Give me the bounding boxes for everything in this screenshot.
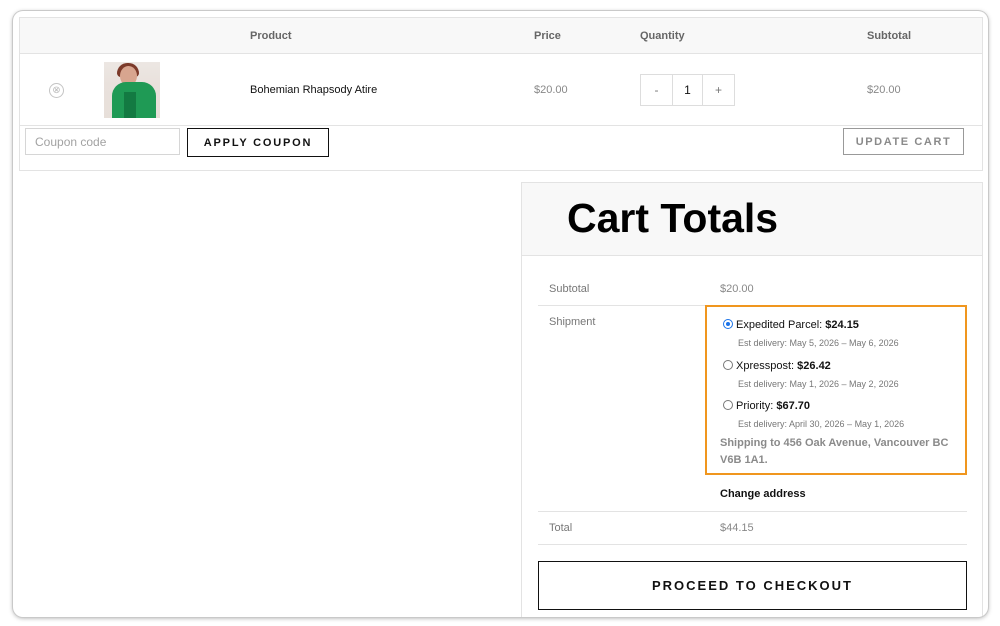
browser-frame: Product Price Quantity Subtotal ⊗ Bohemi… bbox=[13, 11, 988, 617]
quantity-input[interactable]: 1 bbox=[672, 75, 703, 105]
proceed-to-checkout-button[interactable]: PROCEED TO CHECKOUT bbox=[538, 561, 967, 610]
subtotal-value: $20.00 bbox=[720, 283, 754, 295]
quantity-stepper: - 1 + bbox=[640, 74, 735, 106]
product-name-link[interactable]: Bohemian Rhapsody Atire bbox=[250, 84, 377, 96]
table-row: ⊗ Bohemian Rhapsody Atire $20.00 - 1 + $… bbox=[20, 54, 982, 126]
shipping-option-priority[interactable]: Priority: $67.70 bbox=[723, 400, 810, 412]
est-delivery-xpresspost: Est delivery: May 1, 2026 – May 2, 2026 bbox=[738, 379, 899, 389]
product-thumbnail[interactable] bbox=[104, 62, 160, 118]
shipping-address-text: Shipping to 456 Oak Avenue, Vancouver BC… bbox=[720, 437, 949, 466]
total-row: Total $44.15 bbox=[538, 512, 967, 545]
est-delivery-expedited: Est delivery: May 5, 2026 – May 6, 2026 bbox=[738, 338, 899, 348]
radio-unselected-icon[interactable] bbox=[723, 400, 733, 410]
shipment-label: Shipment bbox=[549, 316, 596, 328]
est-delivery-priority: Est delivery: April 30, 2026 – May 1, 20… bbox=[738, 419, 905, 429]
coupon-code-input[interactable] bbox=[25, 128, 180, 155]
radio-unselected-icon[interactable] bbox=[723, 360, 733, 370]
shipping-options-box: Expedited Parcel: $24.15 Est delivery: M… bbox=[705, 305, 967, 475]
cart-totals-panel: Cart Totals Subtotal $20.00 Shipment Exp… bbox=[521, 182, 983, 617]
subtotal-label: Subtotal bbox=[549, 283, 590, 295]
subtotal-row: Subtotal $20.00 bbox=[538, 256, 967, 306]
item-price: $20.00 bbox=[534, 84, 568, 96]
header-subtotal: Subtotal bbox=[867, 30, 911, 42]
header-product: Product bbox=[250, 30, 292, 42]
cart-totals-header: Cart Totals bbox=[522, 183, 982, 256]
shipping-option-expedited[interactable]: Expedited Parcel: $24.15 bbox=[723, 319, 859, 331]
total-label: Total bbox=[549, 522, 573, 534]
cart-table-header: Product Price Quantity Subtotal bbox=[20, 18, 982, 54]
quantity-increase-button[interactable]: + bbox=[703, 75, 734, 105]
shipping-option-xpresspost[interactable]: Xpresspost: $26.42 bbox=[723, 360, 831, 372]
change-address-link[interactable]: Change address bbox=[720, 488, 806, 500]
remove-item-icon[interactable]: ⊗ bbox=[49, 83, 64, 98]
apply-coupon-button[interactable]: APPLY COUPON bbox=[187, 128, 329, 157]
quantity-decrease-button[interactable]: - bbox=[641, 75, 672, 105]
update-cart-button[interactable]: UPDATE CART bbox=[843, 128, 964, 155]
radio-selected-icon[interactable] bbox=[723, 319, 733, 329]
header-quantity: Quantity bbox=[640, 30, 685, 42]
header-price: Price bbox=[534, 30, 561, 42]
cart-totals-title: Cart Totals bbox=[567, 195, 779, 241]
total-value: $44.15 bbox=[720, 522, 754, 534]
item-subtotal: $20.00 bbox=[867, 84, 901, 96]
